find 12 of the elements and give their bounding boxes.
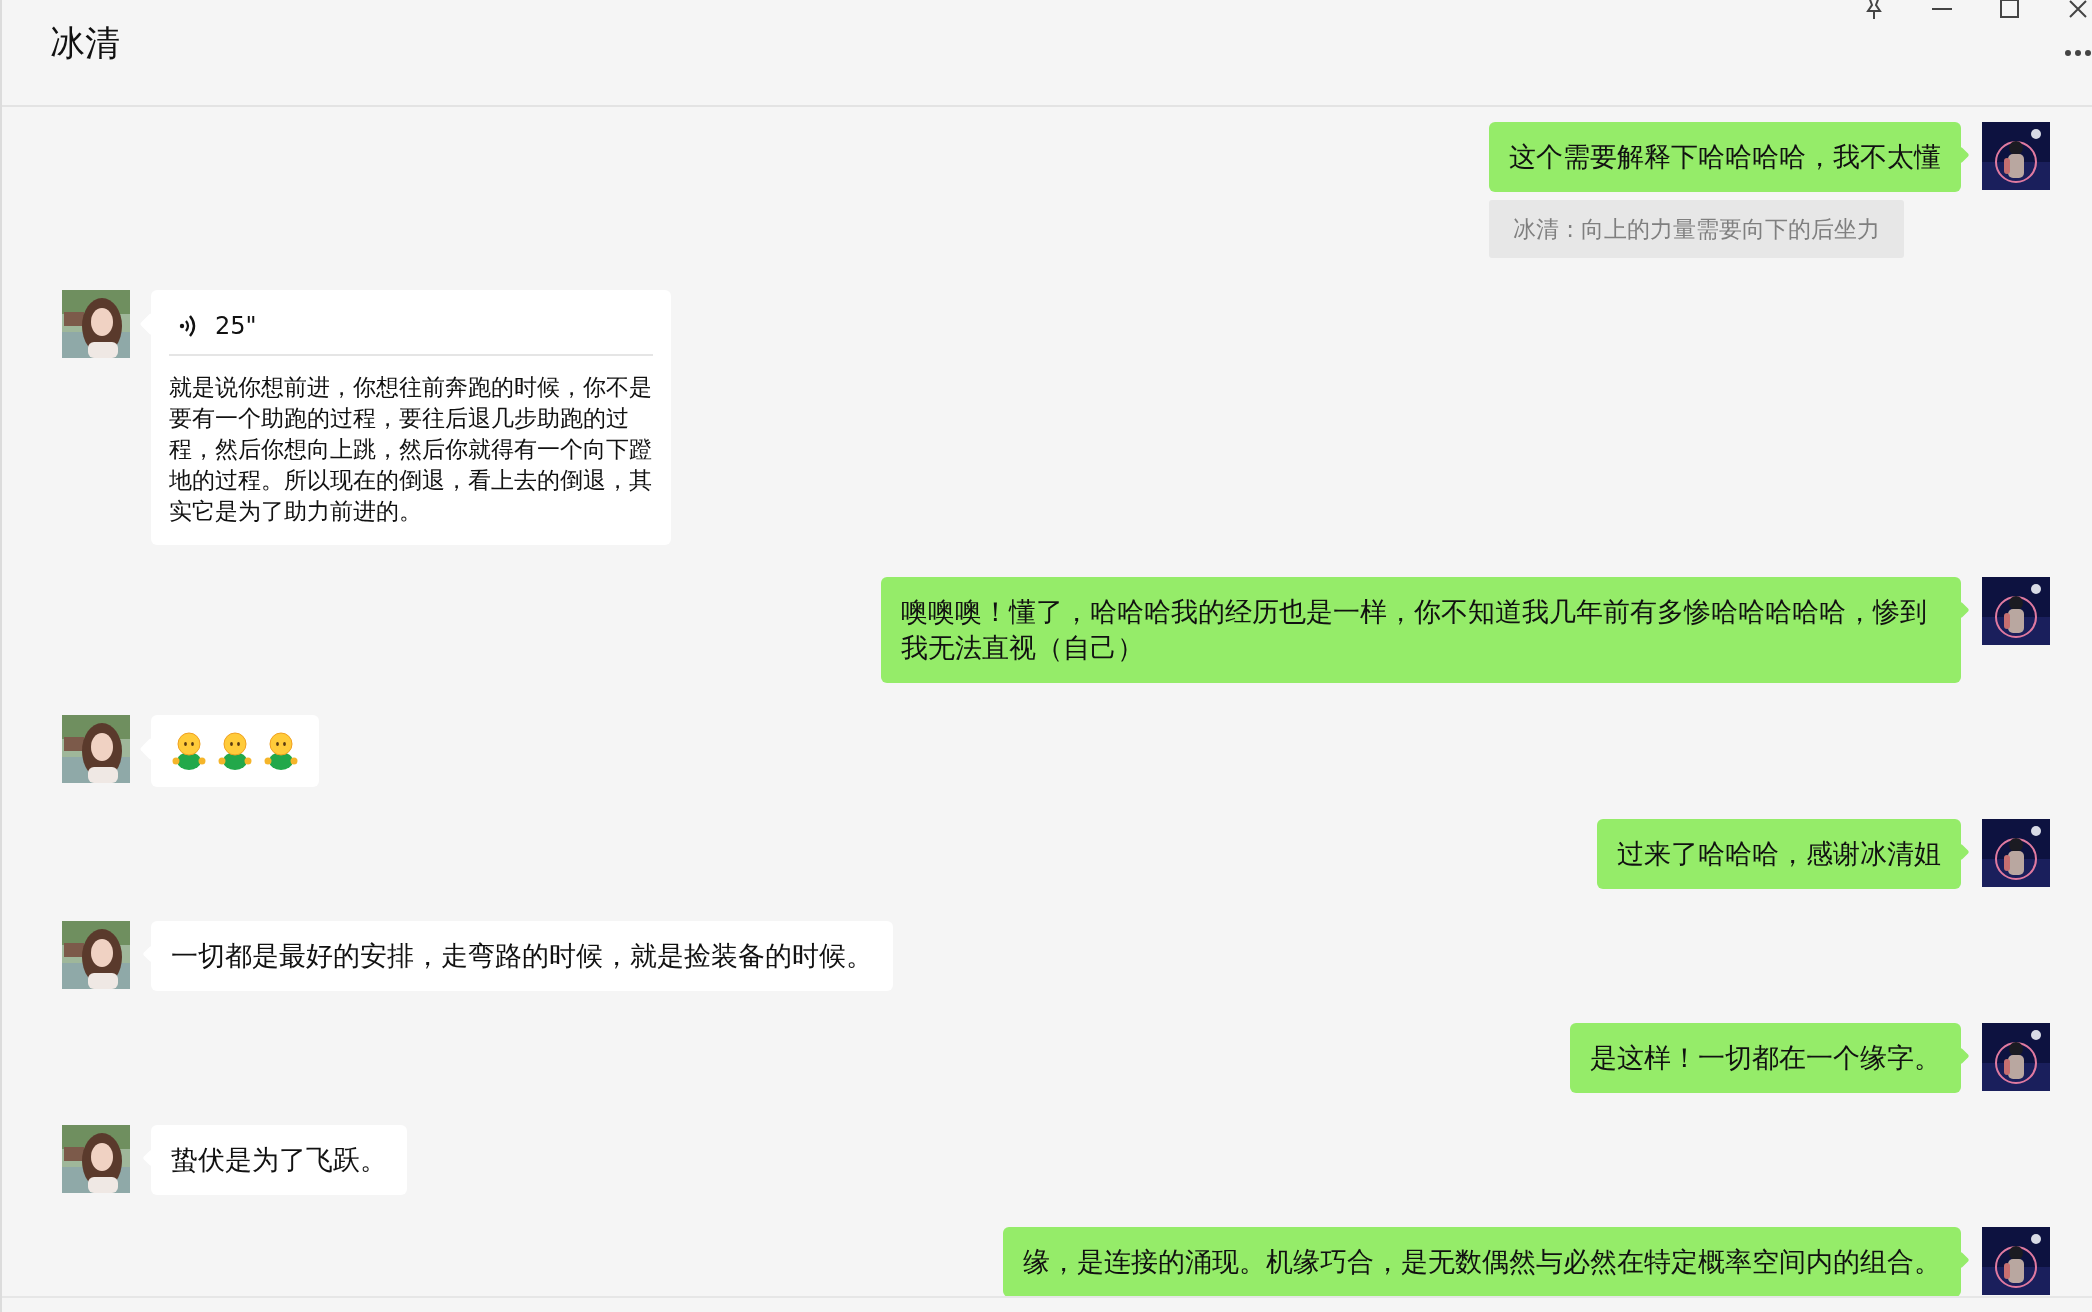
message-bubble: 一切都是最好的安排，走弯路的时候，就是捡装备的时候。 bbox=[143, 921, 893, 991]
chat-title: 冰清 bbox=[50, 22, 120, 65]
voice-icon bbox=[179, 314, 197, 338]
message-bubble: 是这样！一切都在一个缘字。 bbox=[1570, 1023, 1969, 1093]
message-bubble: 这个需要解释下哈哈哈哈，我不太懂 bbox=[1489, 122, 1969, 192]
message-bubble: 过来了哈哈哈，感谢冰清姐 bbox=[1597, 819, 1969, 889]
voice-transcript: 就是说你想前进，你想往前奔跑的时候，你不是要有一个助跑的过程，要往后退几步助跑的过程，然后你想向上跳，然后你就得有一个向下蹬地的过程。所以现在的倒退，看上去的倒退，其实它是为了助力前进的。 bbox=[169, 373, 653, 526]
message-bubble: 缘，是连接的涌现。机缘巧合，是无数偶然与必然在特定概率空间内的组合。 bbox=[1003, 1227, 1969, 1296]
voice-duration: 25" bbox=[215, 312, 257, 340]
message-bubble: 噢噢噢！懂了，哈哈哈我的经历也是一样，你不知道我几年前有多惨哈哈哈哈哈，惨到我无法直视（自己） bbox=[881, 577, 1969, 683]
message-bubble: 蛰伏是为了飞跃。 bbox=[143, 1125, 407, 1195]
quoted-message: 冰清 : 向上的力量需要向下的后坐力 bbox=[1489, 200, 1905, 258]
